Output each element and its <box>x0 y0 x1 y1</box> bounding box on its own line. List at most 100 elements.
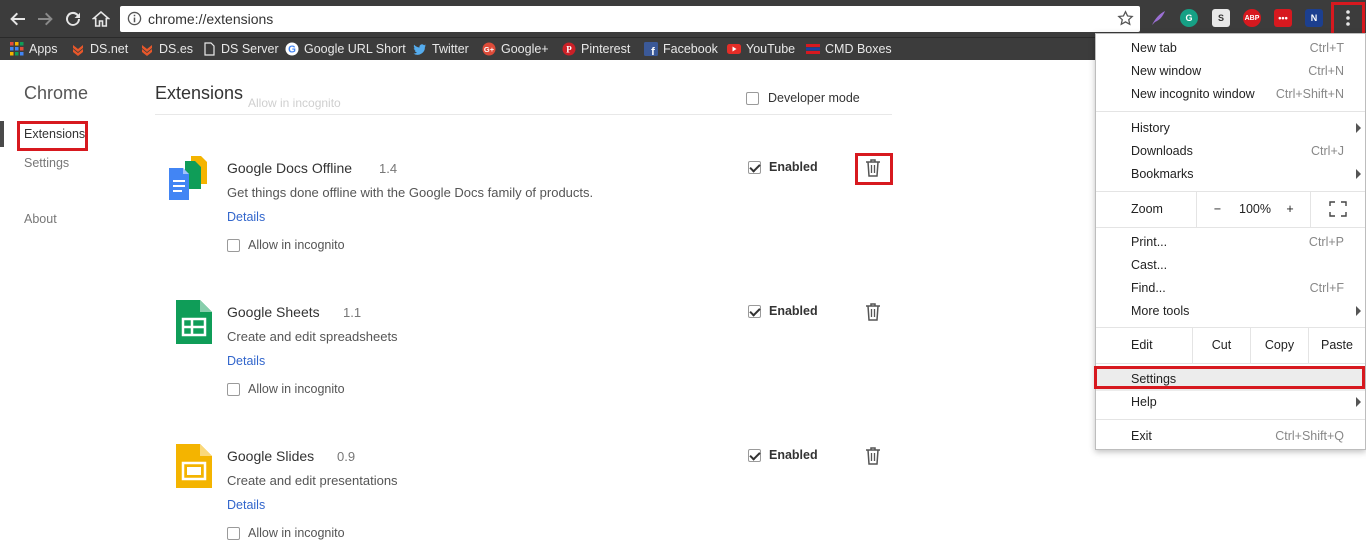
grammarly-extension-button[interactable]: G <box>1180 9 1198 27</box>
page-title: Extensions <box>155 83 244 103</box>
allow-incognito-toggle[interactable]: Allow in incognito <box>227 526 345 540</box>
developer-mode-checkbox[interactable] <box>746 91 759 105</box>
browser-toolbar: chrome://extensions G S ABP ••• N <box>0 0 1366 37</box>
paste-button[interactable]: Paste <box>1308 327 1365 363</box>
extension-details-link[interactable]: Details <box>227 498 265 512</box>
developer-mode-toggle[interactable]: Developer mode <box>746 91 860 105</box>
extension-name: Google Sheets <box>227 304 320 320</box>
reload-button[interactable] <box>62 8 84 30</box>
s-extension-icon: S <box>1217 13 1224 23</box>
menu-item-more-tools[interactable]: More tools <box>1096 300 1365 323</box>
menu-item-history[interactable]: History <box>1096 117 1365 140</box>
enabled-checkbox[interactable] <box>748 304 761 318</box>
apps-grid-icon <box>10 42 24 56</box>
adblock-plus-button[interactable]: ABP <box>1243 9 1261 27</box>
menu-item-print[interactable]: Print... Ctrl+P <box>1096 231 1365 254</box>
extension-item-google-sheets: Google Sheets 1.1 Create and edit spread… <box>155 300 895 430</box>
bookmark-ds-es[interactable]: DS.es <box>140 40 193 58</box>
trash-icon[interactable] <box>865 447 881 465</box>
extension-description: Get things done offline with the Google … <box>227 185 594 200</box>
forward-button[interactable] <box>34 8 56 30</box>
lastpass-icon: ••• <box>1278 13 1288 23</box>
zoom-in-button[interactable]: + <box>1276 191 1304 227</box>
menu-separator <box>1096 363 1365 364</box>
menu-row-edit: Edit Cut Copy Paste <box>1096 327 1365 363</box>
n-extension-button[interactable]: N <box>1305 9 1323 27</box>
allow-incognito-label: Allow in incognito <box>248 382 345 396</box>
bookmark-star-icon[interactable] <box>1117 10 1134 27</box>
bookmark-google-plus[interactable]: G+ Google+ <box>482 40 549 58</box>
menu-item-downloads[interactable]: Downloads Ctrl+J <box>1096 140 1365 163</box>
highlight-menu-button <box>1331 2 1365 36</box>
extension-item-google-slides: Google Slides 0.9 Create and edit presen… <box>155 444 895 554</box>
bookmark-apps[interactable]: Apps <box>10 40 58 58</box>
extension-details-link[interactable]: Details <box>227 210 265 224</box>
lastpass-button[interactable]: ••• <box>1274 9 1292 27</box>
menu-item-find[interactable]: Find... Ctrl+F <box>1096 277 1365 300</box>
s-extension-button[interactable]: S <box>1212 9 1230 27</box>
quill-extension-button[interactable] <box>1149 9 1167 27</box>
menu-item-new-tab[interactable]: New tab Ctrl+T <box>1096 37 1365 60</box>
chrome-window: chrome://extensions G S ABP ••• N Apps D… <box>0 0 1366 554</box>
enabled-label: Enabled <box>769 304 818 318</box>
menu-item-new-window[interactable]: New window Ctrl+N <box>1096 60 1365 83</box>
menu-row-zoom: Zoom − 100% + <box>1096 191 1365 227</box>
n-extension-icon: N <box>1310 13 1318 23</box>
menu-item-cast[interactable]: Cast... <box>1096 254 1365 277</box>
bookmark-twitter[interactable]: Twitter <box>413 40 469 58</box>
bookmark-cmd-boxes[interactable]: CMD Boxes <box>806 40 892 58</box>
pinterest-icon: P <box>562 42 576 56</box>
bookmark-ds-net[interactable]: DS.net <box>71 40 128 58</box>
enabled-toggle[interactable]: Enabled <box>748 448 818 462</box>
extension-details-link[interactable]: Details <box>227 354 265 368</box>
page-icon <box>204 42 215 56</box>
menu-item-help[interactable]: Help <box>1096 391 1365 414</box>
back-arrow-icon <box>10 12 25 26</box>
allow-incognito-checkbox[interactable] <box>227 238 240 252</box>
extension-name: Google Slides <box>227 448 315 464</box>
svg-text:G: G <box>288 45 296 56</box>
enabled-checkbox[interactable] <box>748 448 761 462</box>
chevron-logo-icon <box>73 45 83 56</box>
sidebar-item-settings[interactable]: Settings <box>24 156 69 170</box>
menu-item-new-incognito-window[interactable]: New incognito window Ctrl+Shift+N <box>1096 83 1365 106</box>
bookmark-youtube[interactable]: YouTube <box>727 40 795 58</box>
url-text[interactable]: chrome://extensions <box>148 11 273 27</box>
enabled-toggle[interactable]: Enabled <box>748 160 818 174</box>
cut-button[interactable]: Cut <box>1192 327 1250 363</box>
google-slides-icon <box>176 444 212 488</box>
allow-incognito-checkbox[interactable] <box>227 526 240 540</box>
sidebar-title: Chrome <box>24 83 89 103</box>
back-button[interactable] <box>7 8 29 30</box>
enabled-toggle[interactable]: Enabled <box>748 304 818 318</box>
stripes-icon <box>806 44 820 54</box>
home-icon <box>92 10 110 27</box>
allow-incognito-checkbox[interactable] <box>227 382 240 396</box>
menu-item-bookmarks[interactable]: Bookmarks <box>1096 163 1365 186</box>
extension-version: 1.1 <box>343 305 362 320</box>
sidebar-active-indicator <box>0 121 4 147</box>
reload-icon <box>66 11 80 26</box>
bookmark-ds-server[interactable]: DS Server <box>202 40 279 58</box>
zoom-level: 100% <box>1239 202 1271 216</box>
menu-item-exit[interactable]: Exit Ctrl+Shift+Q <box>1096 425 1365 448</box>
allow-incognito-toggle[interactable]: Allow in incognito <box>227 238 345 252</box>
svg-text:f: f <box>651 46 655 56</box>
home-button[interactable] <box>90 8 112 30</box>
twitter-icon <box>413 44 426 55</box>
sidebar-item-about[interactable]: About <box>24 212 57 226</box>
allow-incognito-toggle[interactable]: Allow in incognito <box>227 382 345 396</box>
omnibox[interactable]: chrome://extensions <box>120 6 1140 32</box>
info-icon[interactable] <box>127 11 142 26</box>
bookmark-google-url-short[interactable]: G Google URL Short <box>285 40 406 58</box>
copy-button[interactable]: Copy <box>1250 327 1308 363</box>
fullscreen-button[interactable] <box>1310 191 1365 227</box>
enabled-checkbox[interactable] <box>748 160 761 174</box>
menu-separator <box>1096 227 1365 228</box>
extension-description: Create and edit spreadsheets <box>227 329 398 344</box>
edit-label: Edit <box>1131 338 1153 352</box>
bookmark-facebook[interactable]: f Facebook <box>644 40 718 58</box>
highlight-extensions <box>17 121 88 151</box>
trash-icon[interactable] <box>865 303 881 321</box>
bookmark-pinterest[interactable]: P Pinterest <box>562 40 630 58</box>
